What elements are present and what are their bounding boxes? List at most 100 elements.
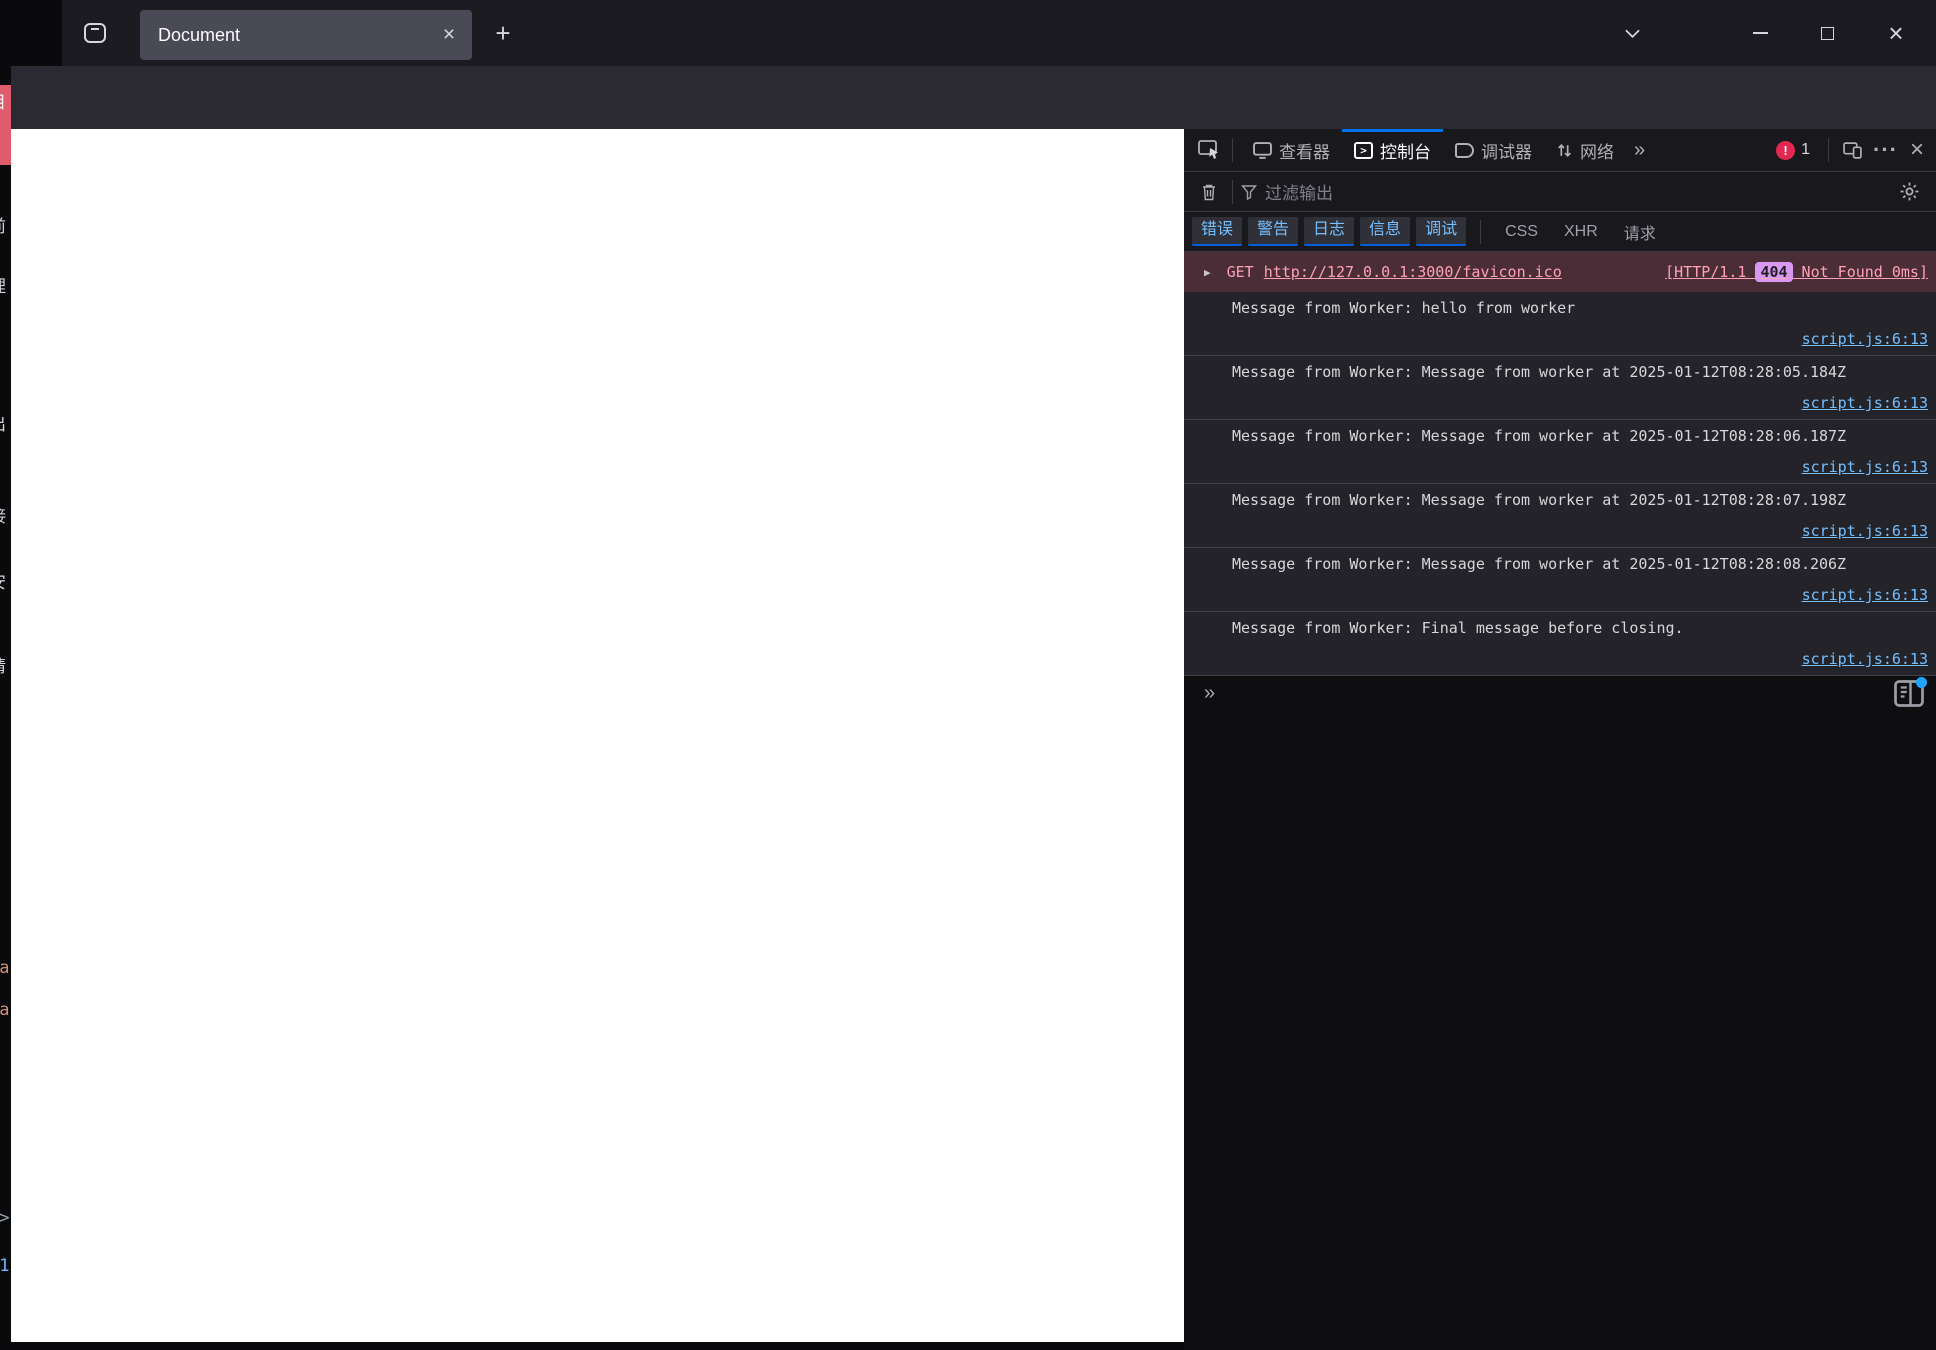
filter-output-input[interactable]: 过滤输出 (1241, 179, 1894, 204)
tab-bar: Document × + × (0, 0, 1936, 66)
strip-fragment: => (0, 1208, 10, 1228)
strip-fragment: ra (0, 958, 10, 978)
strip-fragment: 接 (0, 502, 11, 527)
new-tab-button[interactable]: + (486, 18, 520, 48)
console-message-text: Message from Worker: Message from worker… (1232, 555, 1847, 573)
responsive-mode-button[interactable] (1837, 134, 1867, 166)
list-tabs-button[interactable] (1612, 18, 1652, 48)
console-source-link[interactable]: script.js:6:13 (1802, 394, 1928, 412)
strip-fragment: p (0, 700, 11, 720)
gear-icon (1900, 182, 1918, 201)
window-close-button[interactable]: × (1876, 18, 1916, 48)
separator (1828, 138, 1829, 162)
console-source-link[interactable]: script.js:6:13 (1802, 458, 1928, 476)
minimize-icon (1752, 32, 1768, 34)
strip-fragment: t (0, 915, 11, 935)
tab-inspector[interactable]: 查看器 (1241, 129, 1342, 171)
strip-fragment: 9 (0, 342, 11, 362)
tab-label: 控制台 (1380, 142, 1431, 162)
page-viewport[interactable] (11, 129, 1184, 1342)
console-source-link[interactable]: script.js:6:13 (1802, 650, 1928, 668)
strip-fragment: : (0, 848, 11, 868)
network-icon (1556, 142, 1573, 159)
firefox-view-button[interactable] (78, 18, 112, 48)
responsive-mode-icon (1842, 141, 1862, 159)
network-error-row[interactable]: ▶ GET http://127.0.0.1:3000/favicon.ico … (1184, 252, 1936, 292)
devtools-panel: 查看器 > 控制台 调试器 网络 » ! 1 ··· × 过滤输出 错误 警告 … (1184, 129, 1936, 1350)
console-output: ▶ GET http://127.0.0.1:3000/favicon.ico … (1184, 252, 1936, 676)
console-message-text: Message from Worker: Final message befor… (1232, 619, 1684, 637)
console-source-link[interactable]: script.js:6:13 (1802, 330, 1928, 348)
strip-fragment: ' (0, 1088, 11, 1108)
error-badge-icon[interactable]: ! (1776, 140, 1796, 160)
console-message-row: Message from Worker: Message from worker… (1184, 548, 1936, 612)
console-input-row[interactable]: » (1184, 676, 1936, 711)
more-tabs-button[interactable]: » (1626, 139, 1651, 162)
tab-close-icon[interactable]: × (434, 20, 464, 50)
filter-logs[interactable]: 日志 (1304, 217, 1355, 246)
pick-element-icon (1198, 140, 1218, 159)
console-message-text: Message from Worker: Message from worker… (1232, 363, 1847, 381)
background-window-corner (0, 0, 62, 66)
request-method: GET (1226, 263, 1254, 281)
console-message-text: Message from Worker: Message from worker… (1232, 427, 1847, 445)
response-status-link[interactable]: [HTTP/1.1 404 Not Found 0ms] (1665, 262, 1928, 282)
console-source-link[interactable]: script.js:6:13 (1802, 522, 1928, 540)
filter-xhr[interactable]: XHR (1554, 223, 1608, 241)
console-message-row: Message from Worker: Message from worker… (1184, 356, 1936, 420)
console-filter-row: 过滤输出 (1184, 172, 1936, 212)
tab-debugger[interactable]: 调试器 (1443, 129, 1544, 171)
strip-fragment: 安 (0, 568, 11, 593)
devtools-close-button[interactable]: × (1910, 136, 1924, 164)
window-minimize-button[interactable] (1740, 18, 1780, 48)
filter-errors[interactable]: 错误 (1192, 217, 1243, 246)
inspector-icon (1253, 141, 1272, 159)
request-url-link[interactable]: http://127.0.0.1:3000/favicon.ico (1264, 263, 1562, 281)
disclosure-triangle-icon[interactable]: ▶ (1204, 266, 1211, 279)
filter-css[interactable]: CSS (1495, 223, 1548, 241)
browser-tab[interactable]: Document × (140, 10, 472, 60)
funnel-icon (1241, 184, 1257, 200)
pick-element-button[interactable] (1194, 134, 1224, 166)
devtools-empty-area (1184, 711, 1936, 1350)
filter-info[interactable]: 信息 (1360, 217, 1411, 246)
console-message-row: Message from Worker: Final message befor… (1184, 612, 1936, 676)
console-message-row: Message from Worker: Message from worker… (1184, 484, 1936, 548)
status-close: Not Found 0ms] (1792, 263, 1928, 281)
background-window-strip: 目 前 理 9 出 接 安 请 p T - : t ra ra ' => o1 (0, 66, 11, 1350)
tab-console[interactable]: > 控制台 (1342, 129, 1443, 171)
strip-fragment: o1 (0, 1256, 10, 1276)
tab-label: 网络 (1580, 142, 1614, 162)
filter-warnings[interactable]: 警告 (1248, 217, 1299, 246)
window-maximize-button[interactable] (1807, 18, 1847, 48)
notification-dot (1916, 676, 1927, 688)
chevron-down-icon (1624, 29, 1640, 38)
separator (1480, 219, 1482, 244)
strip-fragment: ra (0, 1000, 10, 1020)
filter-requests[interactable]: 请求 (1614, 220, 1666, 244)
strip-fragment: 目 (0, 88, 11, 113)
firefox-view-icon (83, 22, 107, 44)
trash-icon (1203, 184, 1215, 200)
strip-fragment: T (0, 742, 11, 762)
devtools-menu-button[interactable]: ··· (1873, 137, 1898, 163)
screen: Document × + × ← → ↻ 127.0.0.1:3000/inde… (0, 0, 1936, 1350)
strip-fragment: 前 (0, 212, 11, 237)
tab-title: Document (158, 24, 241, 45)
filter-debug[interactable]: 调试 (1416, 217, 1467, 246)
strip-fragment: 出 (0, 410, 11, 435)
tab-network[interactable]: 网络 (1544, 129, 1626, 171)
status-code-badge: 404 (1755, 262, 1793, 282)
console-source-link[interactable]: script.js:6:13 (1802, 586, 1928, 604)
console-settings-button[interactable] (1894, 176, 1924, 208)
strip-fragment: 理 (0, 272, 11, 297)
console-message-row: Message from Worker: Message from worker… (1184, 420, 1936, 484)
split-console-button[interactable] (1894, 676, 1927, 708)
filter-placeholder: 过滤输出 (1265, 184, 1333, 203)
clear-console-button[interactable] (1194, 176, 1224, 208)
maximize-icon (1820, 26, 1834, 40)
console-filter-buttons: 错误 警告 日志 信息 调试 CSS XHR 请求 (1184, 212, 1936, 252)
console-prompt: » (1204, 682, 1216, 704)
console-message-text: Message from Worker: hello from worker (1232, 299, 1576, 317)
separator (1232, 179, 1233, 204)
